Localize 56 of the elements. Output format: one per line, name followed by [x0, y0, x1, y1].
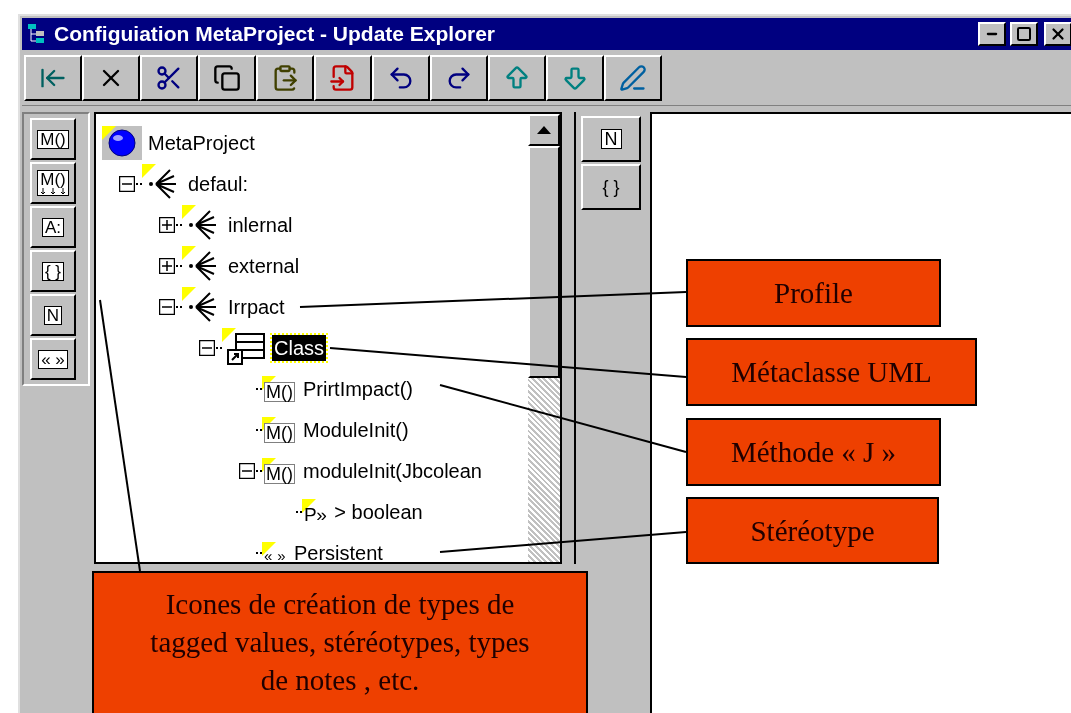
- tree-item[interactable]: Class: [272, 334, 326, 361]
- pen-icon: [619, 63, 647, 92]
- toolbar-button[interactable]: [488, 54, 546, 101]
- class-icon: [222, 327, 268, 368]
- collapse-icon[interactable]: [119, 175, 135, 192]
- arrows-icon: [41, 188, 65, 195]
- palette-button[interactable]: M(): [30, 162, 76, 204]
- toolbar-button[interactable]: [546, 54, 604, 101]
- maximize-icon: [1016, 26, 1032, 42]
- toolbar-button[interactable]: [82, 54, 140, 101]
- tree-item[interactable]: Irrpact: [226, 293, 287, 320]
- tree-item[interactable]: > boolean: [332, 498, 425, 525]
- minimize-button[interactable]: [978, 22, 1006, 46]
- palette-button[interactable]: N: [30, 294, 76, 336]
- window-title: Configuiation MetaProject - Update Explorer: [54, 21, 497, 48]
- toolbar-button[interactable]: [198, 54, 256, 101]
- tree-item[interactable]: ModuleInit(): [301, 416, 411, 443]
- palette-button[interactable]: { }: [30, 250, 76, 292]
- callout-text: Métaclasse UML: [731, 355, 932, 390]
- toolbar-button[interactable]: [256, 54, 314, 101]
- tree-item[interactable]: MetaProject: [146, 129, 257, 156]
- expand-icon[interactable]: [159, 257, 175, 274]
- scroll-up-button[interactable]: [528, 114, 560, 146]
- toolbar-button[interactable]: [140, 54, 198, 101]
- callout-text: Méthode « J »: [730, 435, 897, 470]
- palette-button[interactable]: N: [581, 116, 641, 162]
- triangle-up-icon: [537, 126, 551, 134]
- collapse-icon[interactable]: [239, 462, 255, 479]
- tree-item[interactable]: external: [226, 252, 302, 279]
- toolbar-button[interactable]: [430, 54, 488, 101]
- callout-text: Profile: [774, 276, 853, 311]
- close-button[interactable]: [1044, 22, 1071, 46]
- toolbar-button[interactable]: [372, 54, 430, 101]
- toolbar-button[interactable]: [604, 54, 662, 101]
- expand-icon[interactable]: [159, 216, 175, 233]
- collapse-icon[interactable]: [199, 339, 215, 356]
- tree-item[interactable]: defaul:: [186, 170, 251, 197]
- close-icon: [1049, 25, 1067, 43]
- maximize-button[interactable]: [1010, 22, 1038, 46]
- palette-button[interactable]: M(): [30, 118, 76, 160]
- callout-text: Icones de création de types de tagged values, stéréotypes, types de notes , etc.: [150, 587, 530, 698]
- copy-icon: [213, 63, 241, 92]
- tree-item[interactable]: PrirtImpact(): [301, 375, 415, 402]
- palette-button[interactable]: A:: [30, 206, 76, 248]
- toolbar-button[interactable]: [24, 54, 82, 101]
- collapse-icon[interactable]: [159, 298, 175, 315]
- toolbar-button[interactable]: [314, 54, 372, 101]
- tree-item[interactable]: inlernal: [226, 211, 295, 238]
- callout-text: Stéréotype: [750, 513, 875, 549]
- arrow-up-icon: [503, 63, 531, 92]
- globe-icon: [102, 125, 142, 160]
- tree-item[interactable]: moduleInit(Jbcolean: [301, 457, 484, 484]
- scroll-thumb[interactable]: [528, 146, 560, 378]
- tree-item[interactable]: Persistent: [292, 539, 385, 562]
- palette-button[interactable]: { }: [581, 164, 641, 210]
- palette-button[interactable]: « »: [30, 338, 76, 380]
